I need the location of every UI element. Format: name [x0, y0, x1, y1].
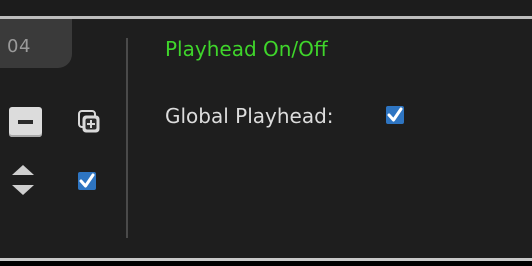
minus-icon	[18, 120, 33, 124]
sort-arrows-icon	[12, 165, 34, 195]
track-number: 04	[7, 36, 31, 57]
reorder-handle[interactable]	[10, 163, 36, 197]
track-playhead-checkbox[interactable]	[78, 172, 96, 190]
checkmark-icon	[79, 173, 95, 188]
add-layer-button[interactable]	[76, 109, 102, 135]
checkmark-icon	[387, 107, 403, 122]
panel-title: Playhead On/Off	[165, 37, 328, 61]
track-number-tab[interactable]: 04	[0, 19, 72, 68]
global-playhead-checkbox[interactable]	[386, 106, 404, 124]
window-frame: 04 Playhead On/Off Global Playhead:	[0, 0, 532, 266]
add-layer-icon	[78, 110, 100, 133]
vertical-divider	[126, 38, 128, 238]
bottom-edge	[0, 261, 532, 266]
global-playhead-label: Global Playhead:	[165, 104, 334, 128]
remove-track-button[interactable]	[9, 107, 42, 137]
